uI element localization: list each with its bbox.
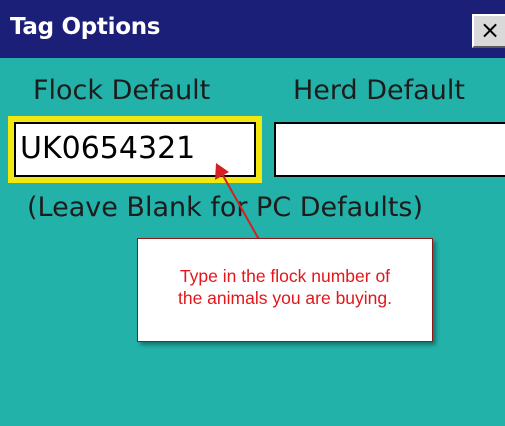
annotation-callout: Type in the flock number of the animals …: [137, 238, 433, 342]
tag-options-dialog: Tag Options × Flock Default Herd Default…: [0, 0, 505, 426]
callout-line-1: Type in the flock number of: [179, 266, 391, 286]
callout-arrow: [215, 163, 267, 253]
callout-line-2: the animals you are buying.: [177, 288, 393, 308]
